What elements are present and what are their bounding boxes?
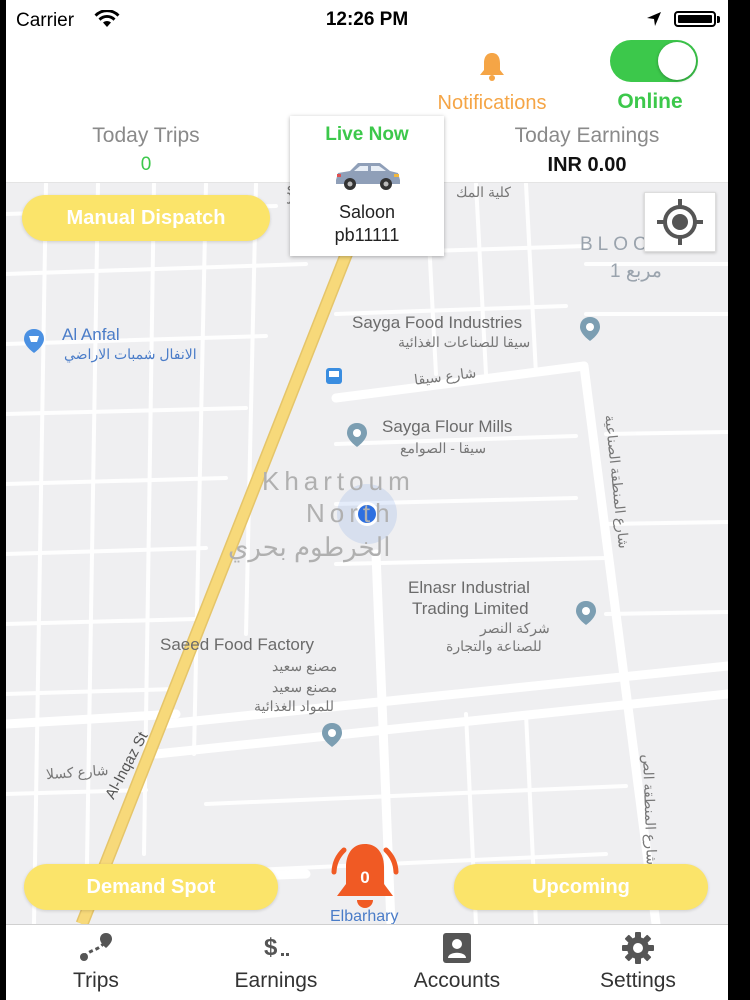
map-label: كلية المك (456, 184, 511, 200)
map-pin-icon[interactable] (579, 316, 601, 342)
map-label: مصنع سعيد (272, 679, 338, 695)
demand-spot-button[interactable]: Demand Spot (24, 864, 278, 910)
top-header: Notifications Online (6, 38, 728, 115)
status-bar: Carrier 12:26 PM (6, 0, 728, 38)
map-pin-icon[interactable] (346, 422, 368, 448)
map-pin-icon[interactable] (23, 328, 45, 354)
map-city-label: Khartoum (262, 466, 415, 496)
tab-label: Earnings (234, 969, 318, 992)
live-now-label: Live Now (325, 124, 409, 145)
tab-settings[interactable]: Settings (548, 925, 728, 1000)
map-pin-icon[interactable] (575, 600, 597, 626)
tab-label: Settings (600, 969, 676, 992)
app-screen: Carrier 12:26 PM Notifications Online كل… (6, 0, 728, 1000)
live-now-card[interactable]: Live Now Saloon pb11111 (290, 116, 444, 256)
manual-dispatch-button[interactable]: Manual Dispatch (22, 195, 270, 241)
location-arrow-icon (647, 12, 661, 26)
today-earnings-label: Today Earnings (514, 124, 660, 147)
online-switch[interactable] (610, 40, 698, 82)
map-label: Sayga Food Industries (352, 313, 523, 332)
battery-tip (717, 16, 720, 23)
settings-icon (622, 932, 654, 964)
map-label: Trading Limited (412, 599, 529, 618)
clock: 12:26 PM (325, 9, 409, 30)
battery-icon (674, 11, 716, 27)
map-label: الانفال شمبات الاراضي (64, 346, 197, 362)
today-trips-value: 0 (140, 154, 152, 175)
today-earnings-value: INR 0.00 (547, 154, 627, 176)
map-pin-icon[interactable] (321, 722, 343, 748)
tab-trips[interactable]: Trips (6, 925, 186, 1000)
switch-knob (658, 42, 696, 80)
bell-icon (480, 53, 504, 81)
map-label: Elnasr Industrial (408, 578, 530, 597)
svg-text:$: $ (264, 934, 278, 961)
earnings-icon: $ (264, 934, 289, 961)
online-label: Online (617, 90, 683, 113)
map-city-label: North (306, 498, 395, 528)
map-area-label: مربع 1 (610, 261, 662, 282)
upcoming-button[interactable]: Upcoming (454, 864, 708, 910)
map-label: Saeed Food Factory (160, 635, 315, 654)
map-label: للمواد الغذائية (254, 698, 335, 714)
online-toggle[interactable]: Online (600, 40, 700, 113)
notifications-button[interactable]: Notifications (412, 44, 572, 114)
today-trips-label: Today Trips (92, 124, 200, 147)
map-label: شركة النصر (480, 620, 550, 636)
tab-earnings[interactable]: $ Earnings (186, 925, 366, 1000)
map-label: Al Anfal (62, 325, 120, 344)
today-trips-stat: Today Trips 0 (6, 124, 286, 176)
map-label: سيقا للصناعات الغذائية (398, 334, 531, 350)
tab-label: Trips (73, 969, 119, 992)
map-label: Sayga Flour Mills (382, 417, 513, 436)
trips-icon (80, 933, 112, 961)
map-label: للصناعة والتجارة (446, 638, 542, 654)
today-earnings-stat: Today Earnings INR 0.00 (446, 124, 728, 177)
alarm-count: 0 (360, 868, 370, 887)
notifications-label: Notifications (437, 92, 547, 114)
map-label: سيقا - الصوامع (400, 440, 487, 456)
car-icon (336, 163, 400, 190)
vehicle-type: Saloon (338, 202, 396, 222)
my-location-button[interactable] (644, 192, 716, 252)
crosshair-icon (657, 199, 703, 245)
map-city-label: الخرطوم بحري (228, 532, 391, 562)
map-label: مصنع سعيد (272, 658, 338, 674)
tab-bar: Trips $ Earnings Accounts Settings (6, 924, 728, 1000)
tab-label: Accounts (413, 969, 501, 992)
accounts-icon (443, 933, 471, 963)
tab-accounts[interactable]: Accounts (367, 925, 547, 1000)
vehicle-plate: pb11111 (334, 225, 400, 245)
